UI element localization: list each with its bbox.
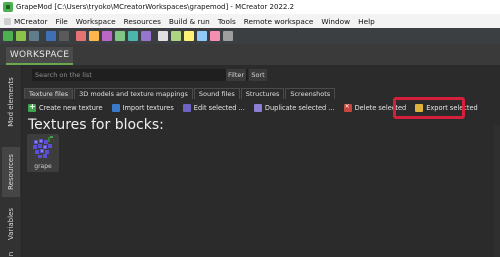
tab-3d-models[interactable]: 3D models and texture mappings [74, 88, 193, 99]
code-editor-icon[interactable] [46, 31, 56, 41]
menu-help[interactable]: Help [358, 17, 375, 26]
tab-texture-files[interactable]: Texture files [24, 88, 74, 99]
left-sidebar: Mod elements Resources Variables n [0, 65, 22, 257]
section-title: Textures for blocks: [28, 117, 164, 133]
biome-icon[interactable] [197, 31, 207, 41]
menu-tools[interactable]: Tools [218, 17, 236, 26]
settings-icon[interactable] [59, 31, 69, 41]
menu-workspace[interactable]: Workspace [76, 17, 116, 26]
delete-icon [343, 103, 352, 112]
export-highlight-box [393, 97, 465, 119]
duplicate-selected-button[interactable]: Duplicate selected ... [253, 104, 335, 112]
menu-bar: MCreator File Workspace Resources Build … [0, 14, 500, 28]
workspace-icon[interactable] [16, 31, 26, 41]
menu-remote-workspace[interactable]: Remote workspace [244, 17, 314, 26]
menu-window[interactable]: Window [321, 17, 350, 26]
tab-sound-files[interactable]: Sound files [193, 88, 240, 99]
procedure-icon[interactable] [184, 31, 194, 41]
menu-mcreator[interactable]: MCreator [4, 17, 48, 26]
edit-selected-button[interactable]: Edit selected ... [182, 104, 245, 112]
add-icon [28, 102, 36, 112]
color-palette-icon[interactable] [76, 31, 86, 41]
sidebar-tab-mod-elements[interactable]: Mod elements [2, 69, 20, 135]
sidebar-tab-resources[interactable]: Resources [2, 147, 20, 197]
mcreator-logo-icon [3, 2, 13, 12]
menu-resources[interactable]: Resources [124, 17, 161, 26]
variable-icon[interactable] [158, 31, 168, 41]
sidebar-tab-variables[interactable]: Variables [2, 203, 20, 245]
tab-screenshots[interactable]: Screenshots [285, 88, 336, 99]
save-icon[interactable] [29, 31, 39, 41]
vertical-scrollbar[interactable] [494, 125, 500, 257]
search-input[interactable] [32, 69, 248, 81]
sort-button[interactable]: Sort [249, 69, 267, 81]
duplicate-icon [253, 104, 262, 112]
texture-tile-grape[interactable]: grape [27, 134, 59, 172]
filter-button[interactable]: Filter [226, 69, 246, 81]
structure-icon[interactable] [115, 31, 125, 41]
tag-icon[interactable] [171, 31, 181, 41]
edit-icon[interactable] [223, 31, 233, 41]
create-texture-button[interactable]: Create new texture [28, 102, 103, 112]
recipe-icon[interactable] [210, 31, 220, 41]
new-mod-element-icon[interactable] [3, 31, 13, 41]
title-bar: GrapeMod [C:\Users\tryoko\MCreatorWorksp… [0, 0, 500, 14]
tab-workspace[interactable]: WORKSPACE [6, 47, 73, 65]
menu-file[interactable]: File [56, 17, 68, 26]
window-title: GrapeMod [C:\Users\tryoko\MCreatorWorksp… [16, 3, 295, 11]
import-icon [111, 104, 120, 112]
texture-name: grape [34, 163, 52, 170]
tab-structures[interactable]: Structures [240, 88, 285, 99]
sidebar-tab-partial[interactable]: n [2, 249, 20, 257]
edit-icon [182, 104, 191, 112]
mcreator-menu-icon [4, 17, 11, 25]
search-row: Filter Sort [24, 69, 500, 81]
model-icon[interactable] [128, 31, 138, 41]
workspace-tab-bar: WORKSPACE [0, 44, 500, 65]
animation-icon[interactable] [141, 31, 151, 41]
sound-icon[interactable] [102, 31, 112, 41]
import-textures-button[interactable]: Import textures [111, 104, 174, 112]
menu-build-run[interactable]: Build & run [169, 17, 210, 26]
main-toolbar [0, 28, 500, 44]
grape-texture-icon [31, 136, 55, 160]
texture-maker-icon[interactable] [89, 31, 99, 41]
